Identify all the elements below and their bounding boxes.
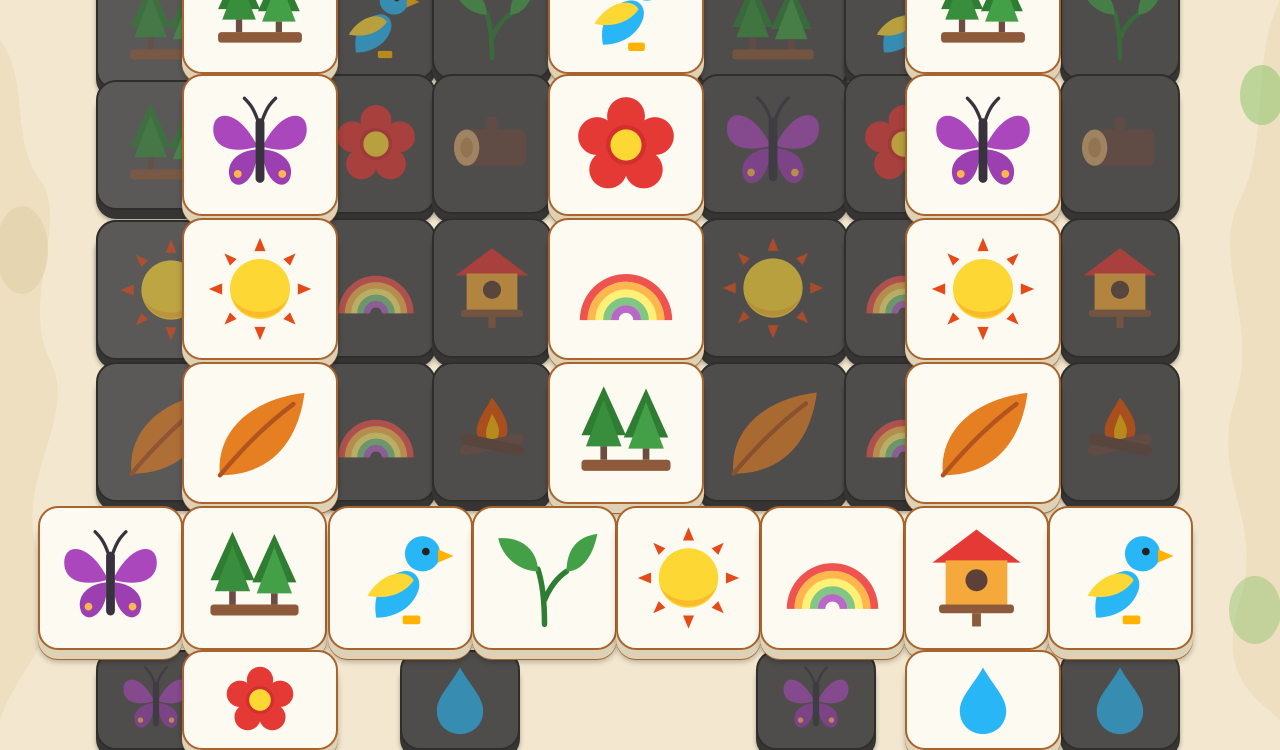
sun-icon <box>931 237 1035 341</box>
tile-drop[interactable] <box>905 650 1061 750</box>
bird-icon <box>367 536 454 625</box>
drop-icon <box>959 667 1007 735</box>
tile-log <box>432 74 552 214</box>
drop-icon <box>1096 667 1144 735</box>
tree-icon <box>218 0 302 43</box>
tile-butterfly <box>698 74 848 214</box>
tile-flower[interactable] <box>182 650 338 750</box>
tile-tree[interactable] <box>182 0 338 74</box>
tile-tree[interactable] <box>905 0 1061 74</box>
birdhouse-icon <box>932 529 1021 627</box>
tile-sun[interactable] <box>182 218 338 360</box>
tile-sun <box>698 218 848 358</box>
butterfly-icon <box>783 666 849 728</box>
rainbow-icon <box>786 563 879 610</box>
tile-birdhouse <box>1060 218 1180 358</box>
bird-icon <box>1087 536 1174 625</box>
tile-sprout[interactable] <box>472 506 617 650</box>
tree-icon <box>941 0 1025 43</box>
leaf-icon <box>940 392 1028 478</box>
butterfly-icon <box>936 96 1030 185</box>
tile-butterfly <box>756 650 876 750</box>
birdhouse-icon <box>455 248 529 328</box>
tile-campfire <box>1060 362 1180 502</box>
log-icon <box>453 116 527 166</box>
game-board <box>0 0 1280 750</box>
tile-sun[interactable] <box>616 506 761 650</box>
tree-icon <box>210 531 299 616</box>
tile-leaf <box>698 362 848 502</box>
tile-bird[interactable] <box>548 0 704 74</box>
tile-drop <box>400 650 520 750</box>
tile-campfire <box>432 362 552 502</box>
tile-drop <box>1060 650 1180 750</box>
leaf-icon <box>217 392 305 478</box>
sun-icon <box>208 237 312 341</box>
tile-flower[interactable] <box>548 74 704 216</box>
sun-icon <box>722 237 824 339</box>
drop-icon <box>436 667 484 735</box>
tile-birdhouse[interactable] <box>904 506 1049 650</box>
butterfly-icon <box>726 96 820 184</box>
campfire-icon <box>459 397 525 456</box>
tile-birdhouse <box>432 218 552 358</box>
tile-sun[interactable] <box>905 218 1061 360</box>
tree-icon <box>581 386 671 471</box>
butterfly-icon <box>213 96 307 185</box>
bird-icon <box>594 0 652 52</box>
leaf-icon <box>731 392 817 476</box>
tile-butterfly[interactable] <box>905 74 1061 216</box>
tile-bird[interactable] <box>1048 506 1193 650</box>
tile-leaf[interactable] <box>182 362 338 504</box>
tile-sprout <box>432 0 552 80</box>
butterfly-icon <box>64 530 157 618</box>
log-icon <box>1081 116 1155 166</box>
tile-tree[interactable] <box>182 506 327 650</box>
campfire-icon <box>1087 397 1153 456</box>
tile-sprout <box>1060 0 1180 80</box>
tile-leaf[interactable] <box>905 362 1061 504</box>
rainbow-icon <box>579 274 673 321</box>
flower-icon <box>578 97 674 189</box>
sprout-icon <box>459 0 530 61</box>
tile-butterfly[interactable] <box>38 506 183 650</box>
flower-icon <box>226 666 294 731</box>
sun-icon <box>637 527 740 629</box>
birdhouse-icon <box>1083 248 1157 328</box>
sprout-icon <box>1087 0 1158 61</box>
tile-butterfly[interactable] <box>182 74 338 216</box>
tile-rainbow[interactable] <box>548 218 704 360</box>
tile-tree[interactable] <box>548 362 704 504</box>
tile-bird[interactable] <box>328 506 473 650</box>
sprout-icon <box>498 533 598 628</box>
tile-rainbow[interactable] <box>760 506 905 650</box>
tile-log <box>1060 74 1180 214</box>
